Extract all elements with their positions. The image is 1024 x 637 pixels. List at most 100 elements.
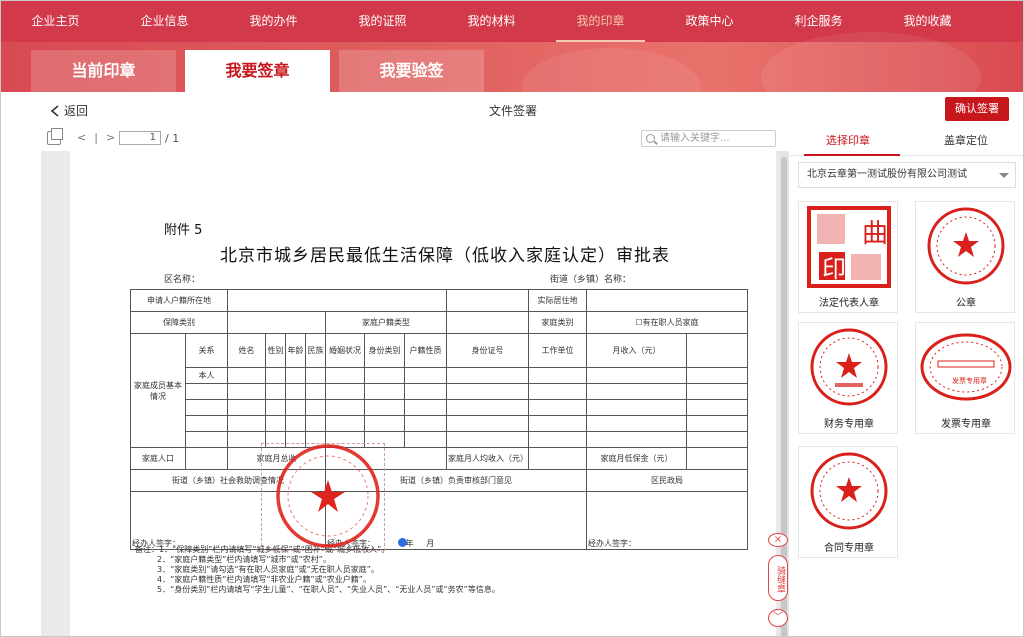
table-cell: 身份证号 — [446, 333, 530, 368]
company-name: 北京云章第一测试股份有限公司测试 — [807, 169, 967, 180]
table-cell — [686, 333, 749, 368]
table-cell: 户籍性质 — [403, 333, 448, 368]
tab-seal-position[interactable]: 盖章定位 — [944, 132, 988, 148]
page-total: / 1 — [165, 132, 180, 145]
seal-panel: 选择印章 盖章定位 北京云章第一测试股份有限公司测试 曲 印 法定代表人章 公章… — [790, 128, 1023, 636]
table-cell: 家庭月人均收入（元） — [446, 447, 530, 470]
table-cell — [227, 311, 326, 334]
note-line: 5．“身份类别”栏内请填写“学生儿童”、“在职人员”、“失业人员”、“无业人员”… — [157, 585, 500, 594]
prev-page-icon[interactable]: < — [77, 131, 86, 144]
seal-label: 合同专用章 — [824, 543, 874, 554]
seal-card-contract[interactable]: 合同专用章 — [798, 446, 898, 558]
table-cell: 家庭户籍类型 — [324, 311, 448, 334]
close-icon[interactable]: × — [768, 533, 788, 547]
tab-banner: 当前印章 我要签章 我要验签 — [1, 32, 1023, 128]
page-title: 文件签署 — [488, 104, 537, 118]
back-label: 返回 — [64, 104, 89, 118]
table-cell: ☐有在职人员家庭 — [586, 311, 749, 334]
table-cell — [446, 289, 530, 312]
document-viewer: 附件 5 北京市城乡居民最低生活保障（低收入家庭认定）审批表 区名称： 街道（乡… — [41, 151, 790, 636]
tab-sign[interactable]: 我要签章 — [185, 50, 330, 92]
table-cell — [446, 311, 530, 334]
table-cell — [686, 447, 749, 470]
viewer-toolbar: < | > 1 / 1 请输入关键字... — [41, 128, 789, 150]
page-number-input[interactable]: 1 — [119, 131, 161, 145]
table-cell: 工作单位 — [528, 333, 588, 368]
table-cell: 保障类别 — [130, 311, 228, 334]
doc-header: 文件签署 返回 确认签署 — [1, 92, 1023, 128]
seal-card-invoice[interactable]: 发票专用章 发票专用章 — [915, 322, 1015, 434]
seal-char: 曲 — [862, 219, 888, 249]
company-seal-icon — [276, 444, 380, 548]
table-cell — [226, 289, 448, 312]
page-nav: < | > — [77, 131, 115, 144]
district-label: 区名称： — [164, 275, 201, 285]
seal-label: 公章 — [956, 298, 976, 309]
table-cell: 月收入（元） — [586, 333, 688, 368]
search-placeholder: 请输入关键字... — [660, 133, 730, 144]
app-window: 企业主页 企业信息 我的办件 我的证照 我的材料 我的印章 政策中心 利企服务 我的收藏 当前印… — [0, 0, 1024, 637]
caret-down-icon — [999, 173, 1009, 178]
table-cell: 本人 — [185, 367, 228, 384]
handler-label: 经办人签字： — [588, 539, 637, 548]
nav-item[interactable]: 我的证照 — [328, 1, 437, 42]
table-cell: 关系 — [185, 333, 228, 368]
active-tab-indicator — [804, 154, 900, 156]
search-input[interactable]: 请输入关键字... — [641, 130, 776, 147]
table-cell: 经办人签字： — [586, 491, 749, 550]
attachment-label: 附件 5 — [164, 223, 203, 238]
seal-label: 法定代表人章 — [819, 298, 879, 309]
tab-select-seal[interactable]: 选择印章 — [826, 132, 870, 148]
seal-inner-text: 发票专用章 — [952, 376, 987, 385]
table-cell: 实际居住地 — [528, 289, 588, 312]
chevron-down-icon[interactable]: ﹀ — [768, 609, 788, 627]
nav-item[interactable]: 我的办件 — [219, 1, 328, 42]
table-cell: 区民政局 — [586, 469, 749, 492]
invoice-seal-icon: 发票专用章 — [920, 333, 1012, 401]
table-cell: 家庭人口 — [130, 447, 186, 470]
note-line: 3．“家庭类别”请勾选“有在职人员家庭”或“无在职人员家庭”。 — [157, 565, 379, 574]
table-cell: 申请人户籍所在地 — [130, 289, 228, 312]
table-cell: 姓名 — [227, 333, 266, 368]
table-cell: 家庭成员基本情况 — [130, 333, 186, 448]
nav-item[interactable]: 企业信息 — [110, 1, 219, 42]
tab-current-seal[interactable]: 当前印章 — [31, 50, 176, 92]
table-cell — [185, 447, 228, 470]
table-cell — [586, 289, 749, 312]
company-select[interactable]: 北京云章第一测试股份有限公司测试 — [798, 162, 1016, 188]
seal-card-legal-rep[interactable]: 曲 印 法定代表人章 — [798, 201, 898, 313]
nav-item[interactable]: 企业主页 — [1, 1, 110, 42]
nav-item[interactable]: 我的材料 — [437, 1, 546, 42]
back-button[interactable]: 返回 — [50, 102, 88, 119]
note-line: 2．“家庭户籍类型”栏内请填写“城市”或“农村”。 — [157, 555, 331, 564]
table-cell: 年龄 — [285, 333, 306, 368]
nav-item[interactable]: 我的印章 — [546, 1, 655, 42]
confirm-sign-button[interactable]: 确认签署 — [945, 97, 1009, 121]
seal-card-finance[interactable]: 财务专用章 — [798, 322, 898, 434]
nav-item[interactable]: 政策中心 — [655, 1, 764, 42]
street-label: 街道（乡镇）名称： — [550, 275, 632, 285]
placed-seal[interactable] — [261, 443, 385, 551]
legal-rep-seal-icon: 曲 印 — [807, 206, 891, 288]
cross-page-seal-button[interactable]: 骑缝章 — [768, 555, 788, 601]
table-cell: 家庭月低保金（元） — [586, 447, 688, 470]
table-cell — [528, 447, 588, 470]
contract-seal-icon — [810, 452, 888, 530]
finance-seal-icon — [810, 328, 888, 406]
side-tools: × 骑缝章 ﹀ — [768, 533, 790, 633]
table-cell: 婚姻状况 — [325, 333, 365, 368]
table-cell: 身份类别 — [364, 333, 405, 368]
table-cell: 家庭类别 — [528, 311, 588, 334]
seal-label: 财务专用章 — [824, 419, 874, 430]
official-seal-icon — [927, 207, 1005, 285]
tab-verify[interactable]: 我要验签 — [339, 50, 484, 92]
approval-form-table: 申请人户籍所在地 实际居住地 保障类别 家庭户籍类型 家庭类别 ☐有在职人员家庭… — [130, 289, 749, 550]
note-line: 4．“家庭户籍性质”栏内请填写“非农业户籍”或“农业户籍”。 — [157, 575, 371, 584]
seal-card-official[interactable]: 公章 — [915, 201, 1015, 313]
table-cell: 民族 — [305, 333, 326, 368]
seal-char: 印 — [822, 255, 846, 283]
seal-drag-handle[interactable] — [398, 538, 407, 547]
next-page-icon[interactable]: > — [106, 131, 115, 144]
chevron-left-icon — [50, 104, 59, 117]
copy-icon[interactable] — [47, 128, 63, 145]
